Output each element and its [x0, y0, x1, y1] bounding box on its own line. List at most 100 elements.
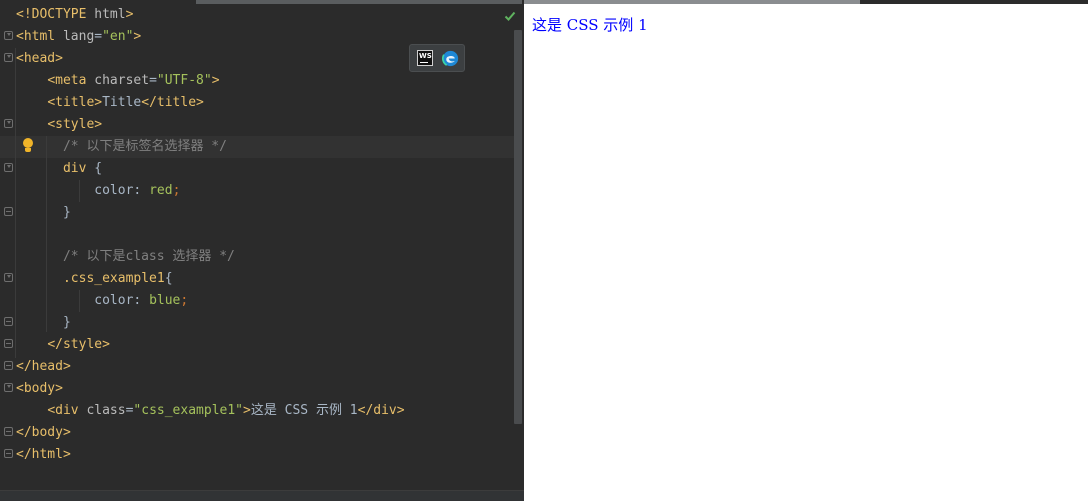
vertical-scrollbar[interactable] — [514, 30, 522, 424]
code-token: "css_example1" — [133, 403, 243, 418]
fold-div-rule-icon[interactable] — [4, 163, 13, 172]
code-token: <body> — [16, 381, 63, 396]
code-line[interactable]: </body> — [16, 422, 516, 444]
code-line[interactable]: /* 以下是标签名选择器 */ — [16, 136, 516, 158]
fold-end-class-rule-icon[interactable] — [4, 317, 13, 326]
code-line[interactable]: } — [16, 202, 516, 224]
open-in-browser-popup: WS — [409, 44, 465, 72]
code-token: <!DOCTYPE — [16, 7, 95, 22]
code-token: charset — [94, 73, 150, 88]
code-line[interactable]: <!DOCTYPE html> — [16, 4, 516, 26]
code-token: ; — [172, 183, 181, 198]
code-line[interactable]: .css_example1{ — [16, 268, 516, 290]
fold-end-head-icon[interactable] — [4, 361, 13, 370]
code-token: { — [164, 271, 173, 286]
code-token: { — [94, 161, 103, 176]
code-token: : — [133, 183, 150, 198]
fold-head-icon[interactable] — [4, 53, 13, 62]
fold-html-icon[interactable] — [4, 31, 13, 40]
code-line[interactable]: </style> — [16, 334, 516, 356]
code-token: color — [94, 183, 134, 198]
edge-icon[interactable] — [442, 50, 459, 67]
code-token: <title> — [47, 95, 103, 110]
fold-end-style-icon[interactable] — [4, 339, 13, 348]
code-line[interactable]: /* 以下是class 选择器 */ — [16, 246, 516, 268]
editor-bottom-bar — [0, 490, 524, 501]
code-token: "en" — [102, 29, 134, 44]
fold-body-icon[interactable] — [4, 383, 13, 392]
code-line[interactable]: <title>Title</title> — [16, 92, 516, 114]
code-token: color — [94, 293, 134, 308]
fold-end-div-rule-icon[interactable] — [4, 207, 13, 216]
preview-scroll-track — [524, 0, 1088, 4]
code-token: </title> — [141, 95, 204, 110]
code-token: = — [149, 73, 157, 88]
fold-class-rule-icon[interactable] — [4, 273, 13, 282]
code-token: <style> — [47, 117, 103, 132]
code-line[interactable]: div { — [16, 158, 516, 180]
code-token: Title — [102, 95, 142, 110]
code-token: </style> — [47, 337, 110, 352]
code-token: > — [243, 403, 251, 418]
code-token: .css_example1 — [62, 271, 165, 286]
code-line[interactable]: <div class="css_example1">这是 CSS 示例 1</d… — [16, 400, 516, 422]
code-token: class — [86, 403, 126, 418]
code-editor[interactable]: <!DOCTYPE html> <html lang="en"> <head> <m… — [0, 0, 524, 501]
code-token: red — [149, 183, 173, 198]
code-token: <div — [47, 403, 87, 418]
code-token: <meta — [47, 73, 95, 88]
code-token: } — [62, 315, 71, 330]
fold-gutter — [0, 0, 14, 501]
preview-output-text: 这是 CSS 示例 1 — [532, 16, 648, 34]
code-token: </div> — [357, 403, 405, 418]
code-token: /* 以下是标签名选择器 */ — [62, 139, 227, 154]
code-token: </head> — [16, 359, 71, 374]
code-token: div — [62, 161, 95, 176]
code-token: </html> — [16, 447, 71, 462]
code-line[interactable]: color: blue; — [16, 290, 516, 312]
webstorm-icon[interactable]: WS — [417, 50, 433, 66]
code-text[interactable]: <!DOCTYPE html> <html lang="en"> <head> <m… — [16, 4, 516, 466]
code-token: } — [62, 205, 71, 220]
preview-scroll-thumb[interactable] — [524, 0, 860, 4]
code-line[interactable]: } — [16, 312, 516, 334]
code-line[interactable]: </html> — [16, 444, 516, 466]
code-token: lang — [62, 29, 95, 44]
code-token: /* 以下是class 选择器 */ — [62, 249, 235, 264]
code-token: </body> — [16, 425, 71, 440]
code-line[interactable]: </head> — [16, 356, 516, 378]
code-token: <head> — [16, 51, 63, 66]
code-token: 这是 CSS 示例 1 — [250, 403, 358, 418]
code-token: <html — [16, 29, 63, 44]
code-token: ; — [180, 293, 189, 308]
check-icon[interactable] — [504, 10, 516, 22]
code-line[interactable]: <meta charset="UTF-8"> — [16, 70, 516, 92]
fold-style-icon[interactable] — [4, 119, 13, 128]
code-line[interactable]: <body> — [16, 378, 516, 400]
code-token: > — [211, 73, 220, 88]
code-token: > — [125, 7, 134, 22]
fold-end-html-icon[interactable] — [4, 449, 13, 458]
code-token: : — [133, 293, 150, 308]
fold-end-body-icon[interactable] — [4, 427, 13, 436]
code-token: "UTF-8" — [156, 73, 212, 88]
code-token: = — [94, 29, 103, 44]
code-token: > — [133, 29, 142, 44]
code-line[interactable]: <style> — [16, 114, 516, 136]
code-line[interactable] — [16, 224, 516, 246]
code-line[interactable]: color: red; — [16, 180, 516, 202]
browser-preview: 这是 CSS 示例 1 — [524, 0, 1088, 501]
